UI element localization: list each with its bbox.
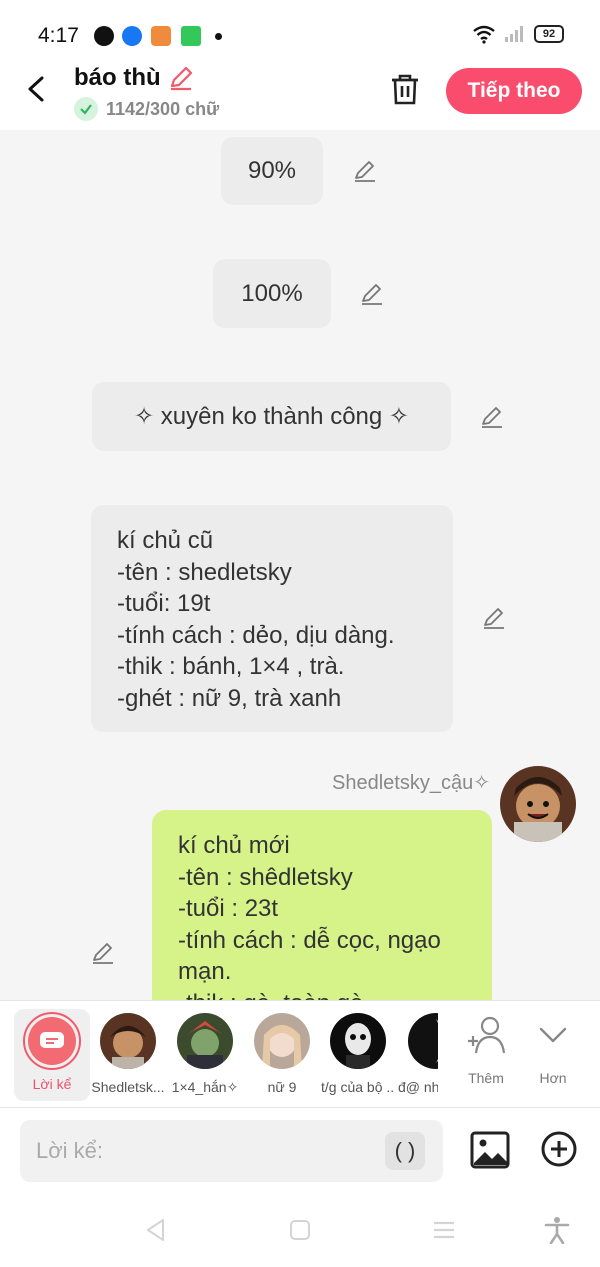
wifi-icon	[473, 25, 495, 44]
back-arrow-icon[interactable]	[24, 74, 50, 104]
system-navbar	[0, 1194, 600, 1267]
messenger-icon	[94, 26, 114, 46]
clock: 4:17	[38, 24, 79, 47]
collapse-label: Hơn	[539, 1070, 567, 1086]
chevron-down-icon	[539, 1027, 567, 1043]
message-bubble[interactable]: 100%	[213, 259, 331, 328]
status-bar: 4:17 92	[0, 0, 600, 64]
back-nav-icon[interactable]	[142, 1216, 170, 1244]
game-icon	[151, 26, 171, 46]
message-bubble[interactable]: 90%	[221, 137, 323, 205]
word-count: 1142/300 chữ	[106, 98, 220, 119]
character-item[interactable]: 1×4_hắn✧	[168, 1009, 242, 1096]
add-circle-icon[interactable]	[540, 1130, 578, 1168]
accessibility-icon[interactable]	[543, 1216, 571, 1244]
character-name: Shedletsk...	[91, 1079, 165, 1095]
character-name: đ@ nh	[398, 1079, 438, 1095]
header: báo thù 1142/300 chữ Tiếp theo	[0, 64, 600, 130]
story-title: báo thù	[74, 64, 161, 91]
edit-message-icon[interactable]	[352, 158, 378, 184]
character-narrator[interactable]: Lời kể	[14, 1009, 90, 1101]
check-icon	[74, 97, 98, 121]
next-button[interactable]: Tiếp theo	[446, 68, 582, 114]
character-avatar	[330, 1013, 386, 1069]
character-avatar	[177, 1013, 233, 1069]
character-name: t/g của bộ ...	[321, 1079, 395, 1095]
edit-title-icon[interactable]	[167, 64, 195, 92]
sender-name: Shedletsky_cậu✧	[332, 772, 490, 794]
message-bubble[interactable]: kí chủ cũ -tên : shedletsky -tuổi: 19t -…	[91, 505, 453, 732]
edit-message-icon[interactable]	[359, 281, 385, 307]
edit-message-icon[interactable]	[90, 940, 116, 966]
signal-icon	[505, 26, 523, 42]
add-character-label: Thêm	[468, 1070, 504, 1086]
calculator-icon	[181, 26, 201, 46]
image-icon[interactable]	[470, 1130, 510, 1170]
message-input[interactable]	[36, 1134, 376, 1168]
message-bubble[interactable]: ✧ xuyên ko thành công ✧	[92, 382, 451, 451]
home-nav-icon[interactable]	[286, 1216, 314, 1244]
collapse-button[interactable]: Hơn	[523, 1015, 583, 1086]
character-item[interactable]: nữ 9	[245, 1009, 319, 1095]
character-item[interactable]: t/g của bộ ...	[321, 1009, 395, 1095]
character-name: Lời kể	[32, 1076, 72, 1092]
sender-avatar[interactable]	[500, 766, 576, 842]
composer: ( )	[0, 1108, 600, 1194]
character-name: 1×4_hắn✧	[171, 1079, 239, 1095]
character-name: nữ 9	[267, 1079, 297, 1095]
chat-bubble-icon	[28, 1017, 76, 1065]
character-selector: Lời kể Shedletsk... 1×4_hắn✧ nữ 9 t/g củ…	[0, 1000, 600, 1108]
notification-dot	[215, 33, 222, 40]
character-avatar	[100, 1013, 156, 1069]
character-avatar	[254, 1013, 310, 1069]
character-avatar	[408, 1013, 438, 1069]
facebook-icon	[122, 26, 142, 46]
trash-icon[interactable]	[389, 72, 421, 106]
battery-indicator: 92	[534, 25, 564, 43]
recents-nav-icon[interactable]	[430, 1216, 458, 1244]
message-bubble[interactable]: kí chủ mới -tên : shêdletsky -tuổi : 23t…	[152, 810, 492, 1000]
character-item[interactable]: đ@ nh	[398, 1009, 438, 1095]
edit-message-icon[interactable]	[479, 404, 505, 430]
add-character-button[interactable]: Thêm	[456, 1015, 516, 1086]
chat-area[interactable]: 90% 100% ✧ xuyên ko thành công ✧ kí chủ …	[0, 130, 600, 1000]
edit-message-icon[interactable]	[481, 605, 507, 631]
add-person-icon	[468, 1016, 506, 1054]
character-item[interactable]: Shedletsk...	[91, 1009, 165, 1095]
message-input-box: ( )	[20, 1120, 443, 1182]
parenthesis-button[interactable]: ( )	[385, 1132, 425, 1170]
